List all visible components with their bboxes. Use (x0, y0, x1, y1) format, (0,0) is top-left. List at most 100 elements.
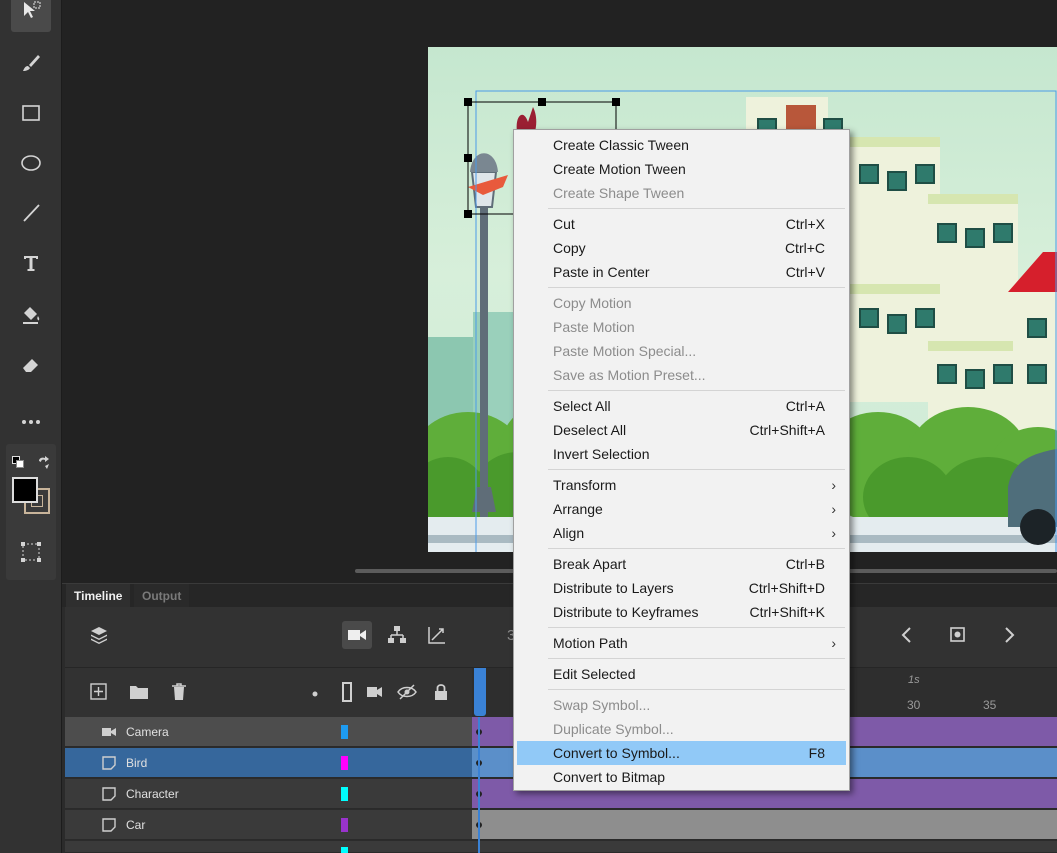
tab-output[interactable]: Output (134, 584, 190, 608)
layer-depth-icon[interactable] (387, 625, 407, 650)
menu-item-label: Copy Motion (553, 295, 632, 311)
add-keyframe-icon[interactable] (948, 625, 968, 650)
line-tool[interactable] (11, 195, 51, 235)
graph-icon[interactable] (427, 625, 447, 650)
selection-tool[interactable] (11, 0, 51, 32)
menu-item-create-classic-tween[interactable]: Create Classic Tween (517, 133, 846, 157)
menu-separator (548, 208, 845, 209)
highlight-layers-icon[interactable] (310, 686, 320, 704)
menu-item-copy-motion[interactable]: Copy Motion (517, 291, 846, 315)
menu-separator (548, 658, 845, 659)
lock-icon[interactable] (431, 682, 451, 707)
layer-row[interactable]: Car (65, 810, 472, 840)
new-folder-icon[interactable] (129, 682, 149, 707)
menu-item-cut[interactable]: Cut Ctrl+X (517, 212, 846, 236)
layer-row[interactable] (65, 841, 472, 853)
menu-separator (548, 627, 845, 628)
prev-keyframe-icon[interactable] (897, 625, 917, 650)
menu-item-label: Distribute to Keyframes (553, 604, 699, 620)
menu-item-distribute-to-keyframes[interactable]: Distribute to Keyframes Ctrl+Shift+K (517, 600, 846, 624)
menu-item-label: Duplicate Symbol... (553, 721, 674, 737)
menu-item-transform[interactable]: Transform › (517, 473, 846, 497)
ruler-tick: 35 (983, 698, 997, 712)
attach-camera-icon[interactable] (363, 682, 383, 707)
paint-bucket-tool[interactable] (11, 297, 51, 337)
playhead[interactable] (474, 668, 486, 716)
layer-row[interactable]: Character (65, 779, 472, 809)
swap-colors-icon[interactable] (36, 455, 52, 471)
menu-item-create-shape-tween[interactable]: Create Shape Tween (517, 181, 846, 205)
layer-page-icon (102, 756, 116, 770)
menu-item-label: Select All (553, 398, 611, 414)
playhead-line (478, 717, 480, 853)
outline-icon[interactable] (337, 682, 357, 707)
eraser-icon (20, 354, 42, 381)
menu-item-shortcut: F8 (808, 745, 825, 761)
layer-page-icon (102, 818, 116, 832)
layer-color-swatch[interactable] (341, 787, 348, 801)
oval-icon (20, 152, 42, 179)
menu-item-shortcut: Ctrl+B (785, 556, 825, 572)
selection-icon (20, 0, 42, 26)
camera-icon[interactable] (342, 621, 372, 649)
menu-item-paste-in-center[interactable]: Paste in Center Ctrl+V (517, 260, 846, 284)
next-keyframe-icon[interactable] (999, 625, 1019, 650)
layer-color-swatch[interactable] (341, 847, 348, 853)
menu-item-shortcut: Ctrl+C (784, 240, 825, 256)
menu-item-shortcut: Ctrl+Shift+A (749, 422, 825, 438)
free-transform-tool[interactable] (20, 541, 42, 563)
frame-track[interactable] (472, 810, 1057, 840)
menu-item-label: Paste Motion (553, 319, 635, 335)
menu-item-create-motion-tween[interactable]: Create Motion Tween (517, 157, 846, 181)
layer-row[interactable]: Camera (65, 717, 472, 747)
text-tool[interactable] (11, 245, 51, 285)
menu-item-align[interactable]: Align › (517, 521, 846, 545)
menu-item-convert-to-bitmap[interactable]: Convert to Bitmap (517, 765, 846, 789)
menu-item-select-all[interactable]: Select All Ctrl+A (517, 394, 846, 418)
menu-item-label: Cut (553, 216, 575, 232)
menu-item-convert-to-symbol[interactable]: Convert to Symbol... F8 (517, 741, 846, 765)
menu-item-label: Convert to Symbol... (553, 745, 680, 761)
oval-tool[interactable] (11, 145, 51, 185)
layer-color-swatch[interactable] (341, 725, 348, 739)
new-layer-icon[interactable] (89, 682, 109, 707)
menu-item-shortcut: Ctrl+X (785, 216, 825, 232)
default-colors-icon[interactable] (12, 456, 24, 468)
layer-name: Character (126, 787, 179, 801)
menu-item-invert-selection[interactable]: Invert Selection (517, 442, 846, 466)
eraser-tool[interactable] (11, 347, 51, 387)
menu-item-label: Paste Motion Special... (553, 343, 697, 359)
brush-tool[interactable] (11, 45, 51, 85)
frame-track[interactable] (472, 841, 1057, 853)
tools-panel (0, 0, 62, 853)
menu-item-break-apart[interactable]: Break Apart Ctrl+B (517, 552, 846, 576)
menu-item-arrange[interactable]: Arrange › (517, 497, 846, 521)
menu-item-swap-symbol[interactable]: Swap Symbol... (517, 693, 846, 717)
menu-item-shortcut: Ctrl+V (785, 264, 825, 280)
menu-item-save-as-motion-preset[interactable]: Save as Motion Preset... (517, 363, 846, 387)
menu-item-paste-motion-special[interactable]: Paste Motion Special... (517, 339, 846, 363)
layer-color-swatch[interactable] (341, 756, 348, 770)
layer-page-icon (102, 787, 116, 801)
menu-item-label: Motion Path (553, 635, 628, 651)
layer-color-swatch[interactable] (341, 818, 348, 832)
layer-row[interactable]: Bird (65, 748, 472, 778)
menu-item-distribute-to-layers[interactable]: Distribute to Layers Ctrl+Shift+D (517, 576, 846, 600)
stroke-color-swatch[interactable] (12, 477, 38, 503)
menu-item-edit-selected[interactable]: Edit Selected (517, 662, 846, 686)
menu-item-copy[interactable]: Copy Ctrl+C (517, 236, 846, 260)
layers-icon[interactable] (89, 625, 109, 650)
menu-item-deselect-all[interactable]: Deselect All Ctrl+Shift+A (517, 418, 846, 442)
tab-timeline[interactable]: Timeline (66, 584, 131, 608)
delete-icon[interactable] (169, 682, 189, 707)
line-icon (20, 202, 42, 229)
visibility-icon[interactable] (397, 682, 417, 707)
menu-item-label: Align (553, 525, 585, 541)
menu-item-motion-path[interactable]: Motion Path › (517, 631, 846, 655)
menu-item-label: Edit Selected (553, 666, 636, 682)
menu-item-paste-motion[interactable]: Paste Motion (517, 315, 846, 339)
more-tools-button[interactable] (11, 404, 51, 444)
layer-name: Bird (126, 756, 148, 770)
menu-item-duplicate-symbol[interactable]: Duplicate Symbol... (517, 717, 846, 741)
rectangle-tool[interactable] (11, 95, 51, 135)
